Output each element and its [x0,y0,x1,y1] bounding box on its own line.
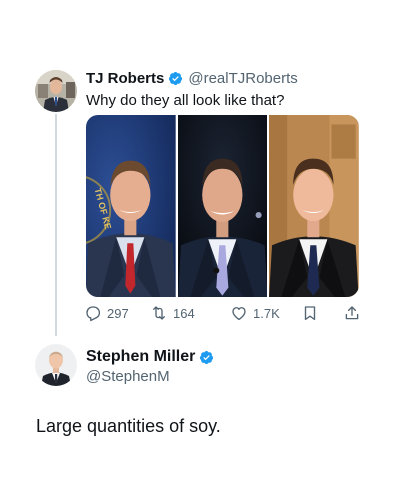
action-bar: 297 164 1.7K [84,304,364,324]
like-button[interactable]: 1.7K [230,304,280,322]
like-count: 1.7K [253,305,280,321]
verified-badge-icon [168,71,183,86]
like-icon [232,307,246,321]
avatar-stephen-miller[interactable] [35,344,77,386]
photo-grid[interactable]: TH OF KE [86,115,359,297]
verified-badge-icon [199,350,214,365]
reply-header: Stephen Miller [86,348,219,366]
reply-icon [86,306,101,322]
reply-button[interactable]: 297 [84,304,129,322]
post-text: Why do they all look like that? [86,92,285,109]
reply-author-handle[interactable]: @StephenM [86,368,170,385]
photo-1[interactable]: TH OF KE [86,115,176,297]
avatar-tj-roberts[interactable] [35,70,77,112]
reply-author-name[interactable]: Stephen Miller [86,348,195,366]
tweet-screenshot: TJ Roberts @realTJRoberts Why do they al… [0,0,394,500]
author-handle[interactable]: @realTJRoberts [188,70,297,87]
author-name[interactable]: TJ Roberts [86,70,164,87]
photo-2[interactable] [177,115,268,297]
bookmark-icon [304,306,316,321]
share-button[interactable] [343,304,361,322]
share-icon [345,306,359,320]
reply-text: Large quantities of soy. [36,416,221,436]
bookmark-button[interactable] [301,304,319,322]
repost-count: 164 [173,305,195,321]
post-header: TJ Roberts @realTJRoberts [86,70,298,87]
photo-3[interactable] [269,115,359,297]
repost-icon [153,306,165,320]
thread-connector-line [55,114,57,336]
reply-count: 297 [107,305,129,321]
repost-button[interactable]: 164 [150,304,195,322]
